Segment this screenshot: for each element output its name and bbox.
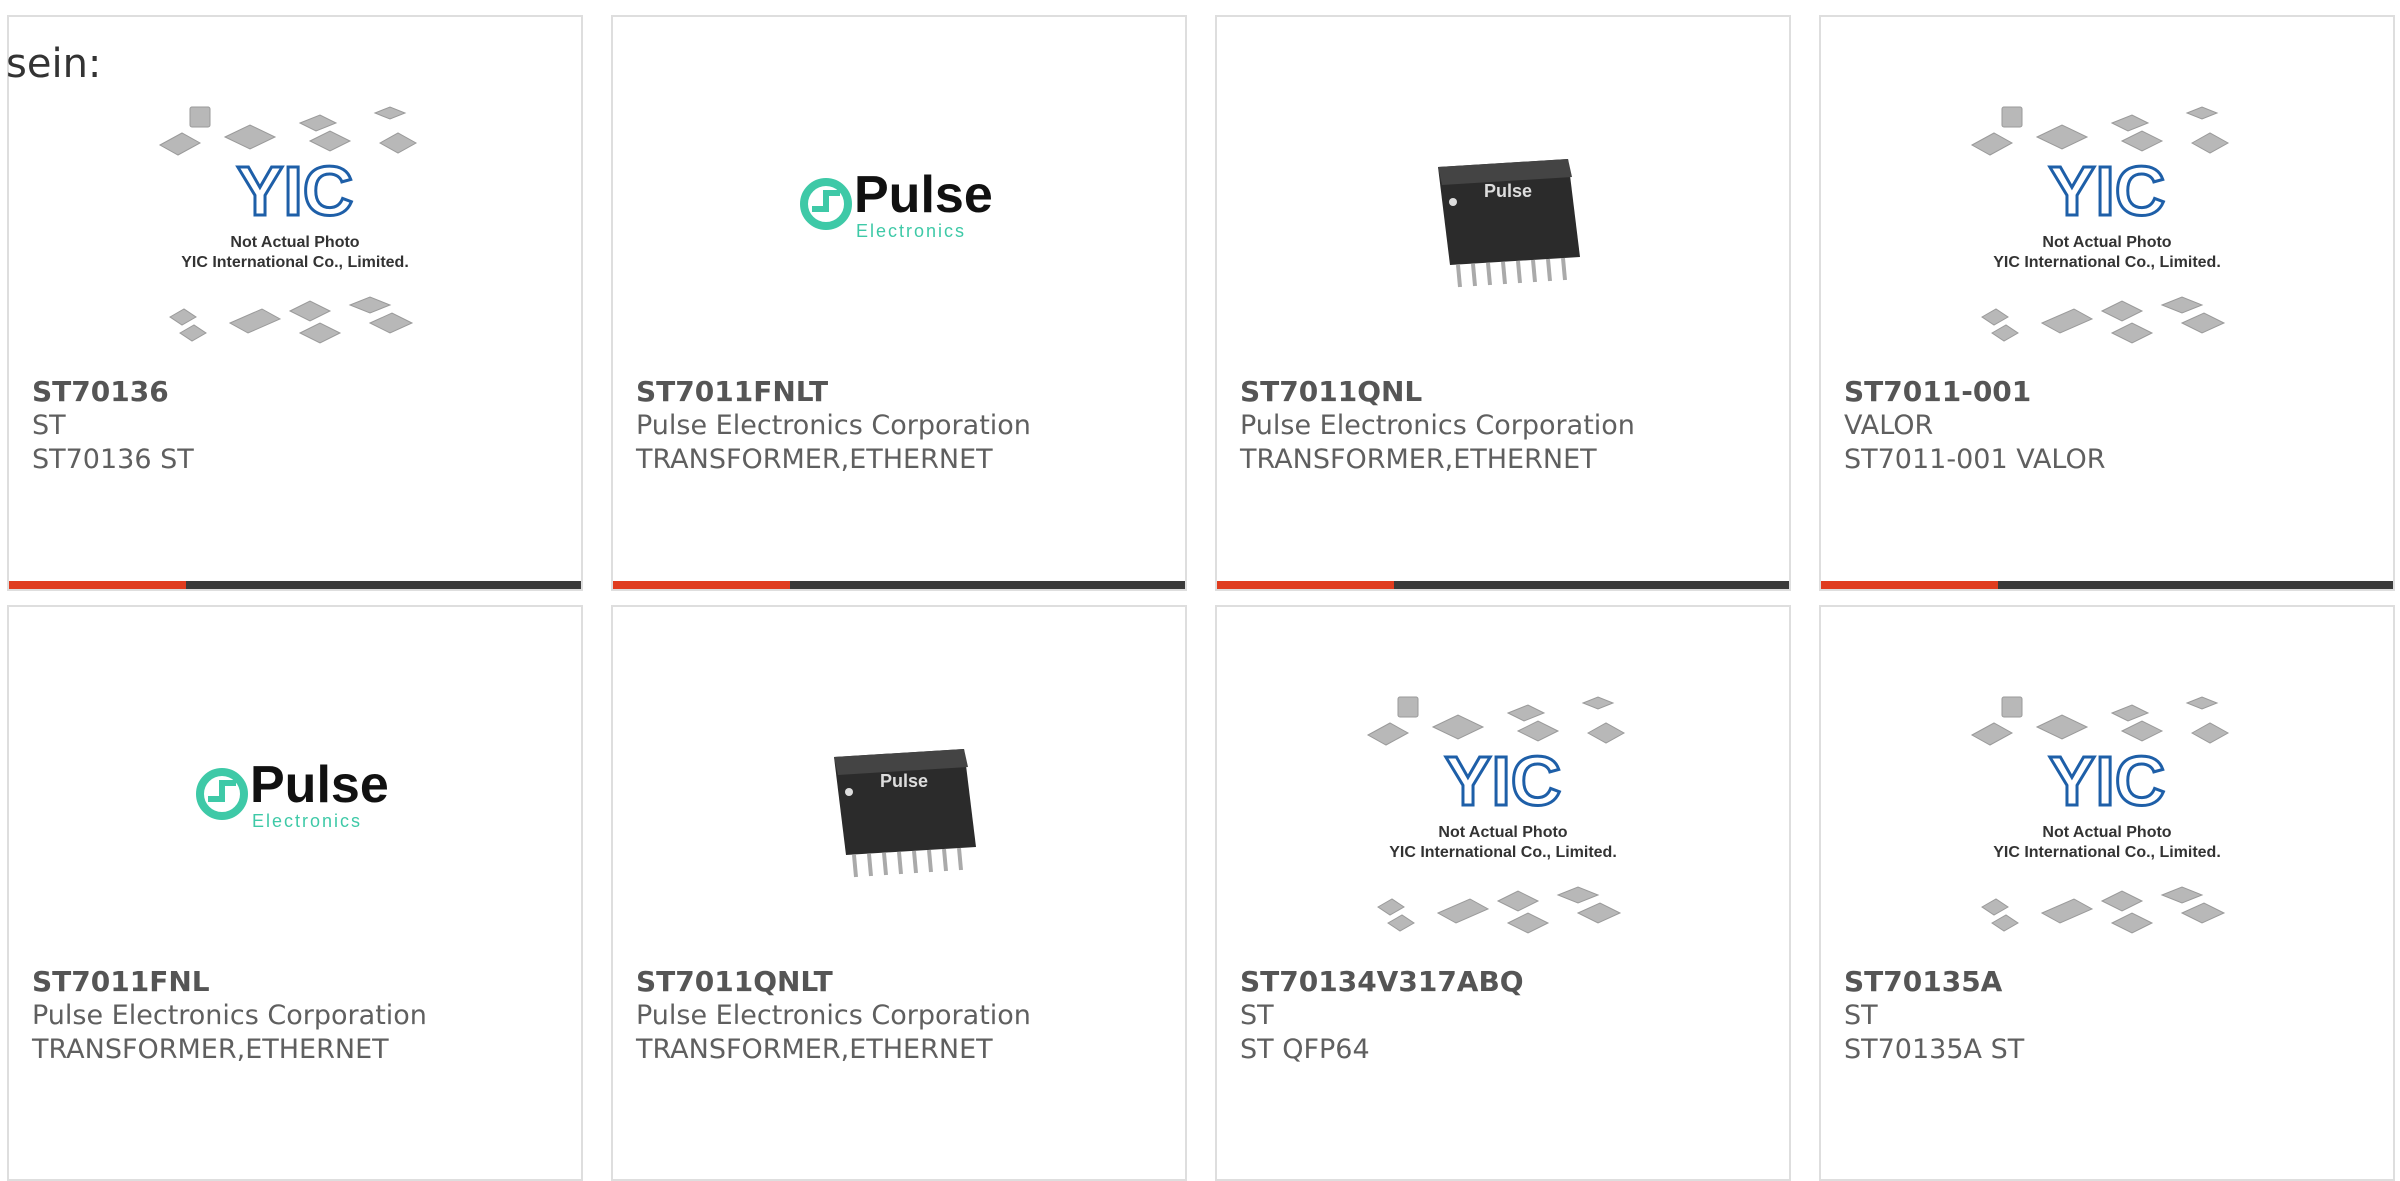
product-image: Pulse — [1358, 97, 1648, 367]
part-number[interactable]: ST70136 — [32, 375, 194, 409]
chip-icon — [308, 130, 352, 152]
part-number[interactable]: ST7011FNLT — [636, 375, 1031, 409]
product-card[interactable]: Pulse Electronics ST7011FNL Pulse Electr… — [7, 605, 583, 1181]
transformer-chip-icon: Pulse — [834, 749, 976, 878]
part-number[interactable]: ST7011FNL — [32, 965, 427, 999]
description: ST70135A ST — [1844, 1034, 2025, 1065]
product-card[interactable]: YIC Not Actual Photo YIC International C… — [7, 15, 583, 591]
yic-logo: YIC — [1445, 742, 1562, 820]
yic-logo: YIC — [2049, 152, 2166, 230]
product-card[interactable]: YIC Not Actual Photo YIC International C… — [1819, 15, 2395, 591]
placeholder-line2: YIC International Co., Limited. — [1993, 254, 2221, 271]
product-card[interactable]: YIC Not Actual Photo YIC International C… — [1819, 605, 2395, 1181]
card-progress-bar — [1217, 581, 1789, 589]
pulse-chip-image: Pulse — [834, 749, 976, 878]
transformer-chip-icon: Pulse — [1438, 159, 1580, 288]
product-image: YIC Not Actual Photo YIC International C… — [1962, 687, 2252, 957]
manufacturer: VALOR — [1844, 410, 1934, 441]
yic-placeholder-image: YIC Not Actual Photo YIC International C… — [1970, 696, 2230, 934]
yic-placeholder-image: YIC Not Actual Photo YIC International C… — [1970, 106, 2230, 344]
description: ST7011-001 VALOR — [1844, 444, 2106, 475]
chip-icon — [298, 114, 338, 132]
product-image: Pulse Electronics — [150, 687, 440, 957]
placeholder-line2: YIC International Co., Limited. — [1389, 844, 1617, 861]
yic-placeholder-image: YIC Not Actual Photo YIC International C… — [1366, 696, 1626, 934]
manufacturer: ST — [1844, 1000, 1878, 1031]
card-progress-bar — [1821, 581, 2393, 589]
yic-logo: YIC — [2049, 742, 2166, 820]
pulse-logo-word: Pulse — [854, 166, 993, 224]
intro-text: sein: — [6, 41, 102, 87]
description: TRANSFORMER,ETHERNET — [32, 1034, 389, 1065]
chip-icon — [228, 308, 282, 334]
description: TRANSFORMER,ETHERNET — [636, 1034, 993, 1065]
manufacturer: Pulse Electronics Corporation — [636, 1000, 1031, 1031]
product-image: Pulse — [754, 687, 1044, 957]
description: ST70136 ST — [32, 444, 194, 475]
product-card[interactable]: Pulse Electronics ST7011FNLT Pulse Elect… — [611, 15, 1187, 591]
manufacturer: ST — [1240, 1000, 1274, 1031]
pulse-logo-sub: Electronics — [856, 221, 966, 241]
part-number[interactable]: ST70135A — [1844, 965, 2024, 999]
product-card[interactable]: YIC Not Actual Photo YIC International C… — [1215, 605, 1791, 1181]
placeholder-line1: Not Actual Photo — [2042, 234, 2171, 251]
chip-icon — [189, 106, 211, 128]
product-image: YIC Not Actual Photo YIC International C… — [150, 97, 440, 367]
pulse-logo-image: Pulse Electronics — [196, 756, 389, 831]
product-card[interactable]: Pulse ST7011QNL Pulse Electronics Corpor… — [1215, 15, 1791, 591]
placeholder-line1: Not Actual Photo — [230, 234, 359, 251]
placeholder-line1: Not Actual Photo — [1438, 824, 1567, 841]
pulse-wave-icon — [812, 190, 840, 212]
placeholder-line1: Not Actual Photo — [2042, 824, 2171, 841]
chip-icon — [378, 132, 418, 154]
manufacturer: Pulse Electronics Corporation — [636, 410, 1031, 441]
progress-accent — [613, 581, 791, 589]
chip-icon — [348, 296, 392, 314]
chip-icon — [368, 312, 414, 334]
pulse-chip-image: Pulse — [1438, 159, 1580, 288]
progress-accent — [1217, 581, 1395, 589]
chip-brand-text: Pulse — [880, 771, 928, 791]
chip-icon — [223, 124, 277, 150]
manufacturer: ST — [32, 410, 66, 441]
part-number[interactable]: ST70134V317ABQ — [1240, 965, 1524, 999]
manufacturer: Pulse Electronics Corporation — [1240, 410, 1635, 441]
pulse-logo-sub: Electronics — [252, 811, 362, 831]
manufacturer: Pulse Electronics Corporation — [32, 1000, 427, 1031]
placeholder-line2: YIC International Co., Limited. — [181, 254, 409, 271]
part-number[interactable]: ST7011QNL — [1240, 375, 1635, 409]
product-image: YIC Not Actual Photo YIC International C… — [1358, 687, 1648, 957]
pulse-logo-word: Pulse — [250, 756, 389, 814]
chip-icon — [158, 132, 202, 156]
part-number[interactable]: ST7011QNLT — [636, 965, 1031, 999]
product-image: YIC Not Actual Photo YIC International C… — [1962, 97, 2252, 367]
progress-accent — [1821, 581, 1999, 589]
chip-icon — [373, 106, 407, 120]
chip-brand-text: Pulse — [1484, 181, 1532, 201]
card-progress-bar — [9, 581, 581, 589]
chip-icon — [179, 324, 207, 342]
progress-accent — [9, 581, 187, 589]
placeholder-line2: YIC International Co., Limited. — [1993, 844, 2221, 861]
pulse-wave-icon — [208, 780, 236, 802]
chip-icon — [288, 300, 332, 322]
product-card[interactable]: Pulse ST7011QNLT Pulse Electronics Corpo… — [611, 605, 1187, 1181]
description: ST QFP64 — [1240, 1034, 1370, 1065]
yic-placeholder-image: YIC Not Actual Photo YIC International C… — [158, 106, 418, 344]
part-number[interactable]: ST7011-001 — [1844, 375, 2106, 409]
description: TRANSFORMER,ETHERNET — [1240, 444, 1597, 475]
product-image: Pulse Electronics — [754, 97, 1044, 367]
pulse-logo-image: Pulse Electronics — [800, 166, 993, 241]
chip-icon — [298, 322, 342, 344]
description: TRANSFORMER,ETHERNET — [636, 444, 993, 475]
chip-icon — [169, 308, 197, 326]
yic-logo: YIC — [237, 152, 354, 230]
card-progress-bar — [613, 581, 1185, 589]
